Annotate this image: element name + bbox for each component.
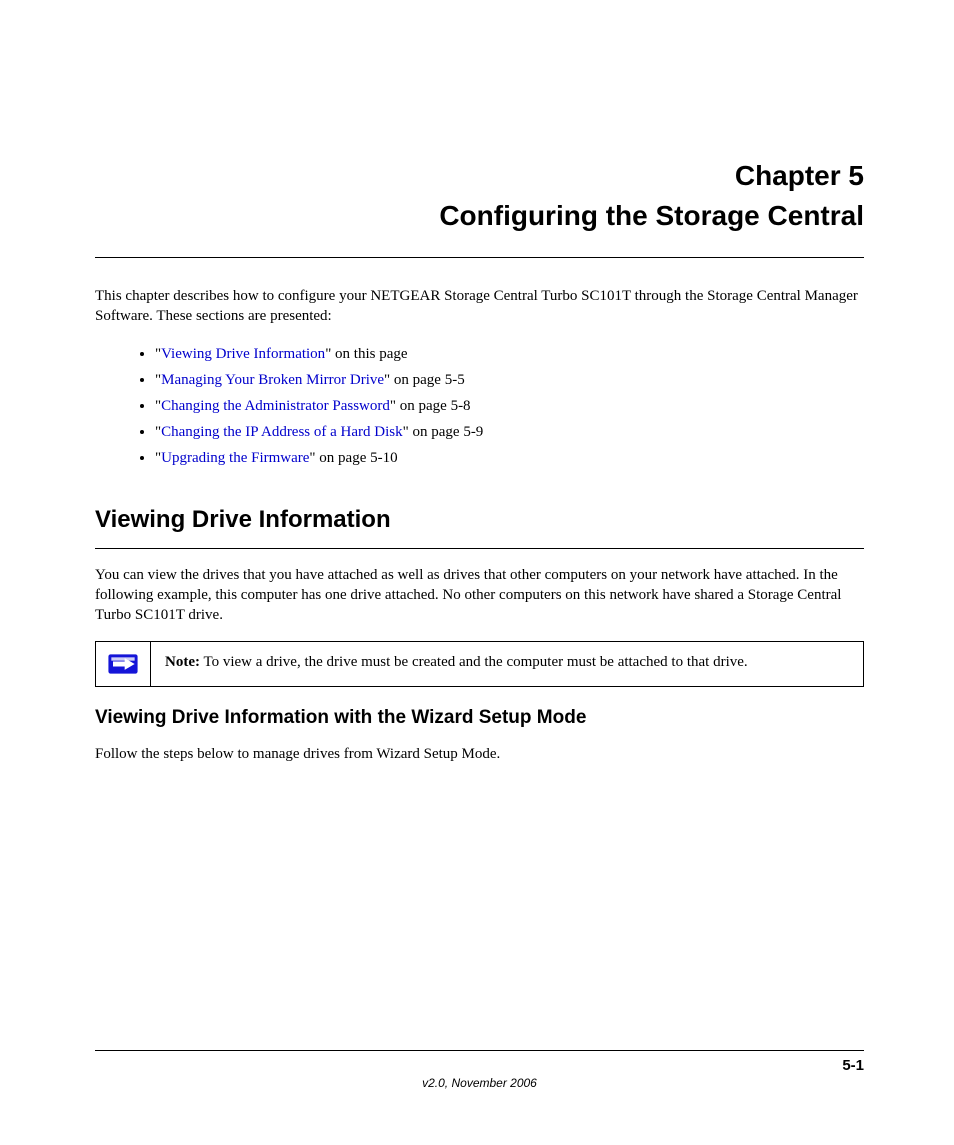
toc-suffix: " on page 5-5: [384, 372, 465, 388]
footer-rule: [95, 1050, 864, 1051]
note-icon-cell: [96, 642, 151, 686]
intro-paragraph: This chapter describes how to configure …: [95, 286, 864, 327]
toc-suffix: " on page 5-9: [403, 424, 484, 440]
subsection-title: Viewing Drive Information with the Wizar…: [95, 707, 864, 729]
title-rule: [95, 257, 864, 258]
toc-suffix: " on page 5-10: [309, 450, 397, 466]
arrow-right-icon: [108, 654, 138, 674]
toc-link[interactable]: Changing the IP Address of a Hard Disk: [161, 424, 403, 440]
note-box: Note: To view a drive, the drive must be…: [95, 641, 864, 687]
chapter-label: Chapter 5: [95, 160, 864, 192]
subsection-body: Follow the steps below to manage drives …: [95, 744, 864, 764]
document-page: Chapter 5 Configuring the Storage Centra…: [0, 0, 954, 1145]
chapter-title: Configuring the Storage Central: [95, 200, 864, 232]
toc-suffix: " on page 5-8: [390, 398, 471, 414]
footer-version: v2.0, November 2006: [95, 1076, 864, 1090]
section-body: You can view the drives that you have at…: [95, 565, 864, 626]
toc-link[interactable]: Managing Your Broken Mirror Drive: [161, 372, 384, 388]
page-number: 5-1: [842, 1057, 864, 1074]
toc-item: "Viewing Drive Information" on this page: [155, 342, 864, 366]
toc-item: "Changing the Administrator Password" on…: [155, 394, 864, 418]
toc-item: "Upgrading the Firmware" on page 5-10: [155, 446, 864, 470]
note-body: To view a drive, the drive must be creat…: [200, 654, 748, 670]
section-rule: [95, 548, 864, 549]
page-footer: 5-1 v2.0, November 2006: [95, 1050, 864, 1090]
toc-link[interactable]: Viewing Drive Information: [161, 346, 325, 362]
toc-item: "Changing the IP Address of a Hard Disk"…: [155, 420, 864, 444]
section-title: Viewing Drive Information: [95, 506, 864, 534]
toc-item: "Managing Your Broken Mirror Drive" on p…: [155, 368, 864, 392]
toc-link[interactable]: Upgrading the Firmware: [161, 450, 309, 466]
note-text: Note: To view a drive, the drive must be…: [151, 642, 863, 686]
toc-list: "Viewing Drive Information" on this page…: [115, 342, 864, 470]
note-label: Note:: [165, 654, 200, 670]
toc-link[interactable]: Changing the Administrator Password: [161, 398, 390, 414]
toc-suffix: " on this page: [325, 346, 407, 362]
